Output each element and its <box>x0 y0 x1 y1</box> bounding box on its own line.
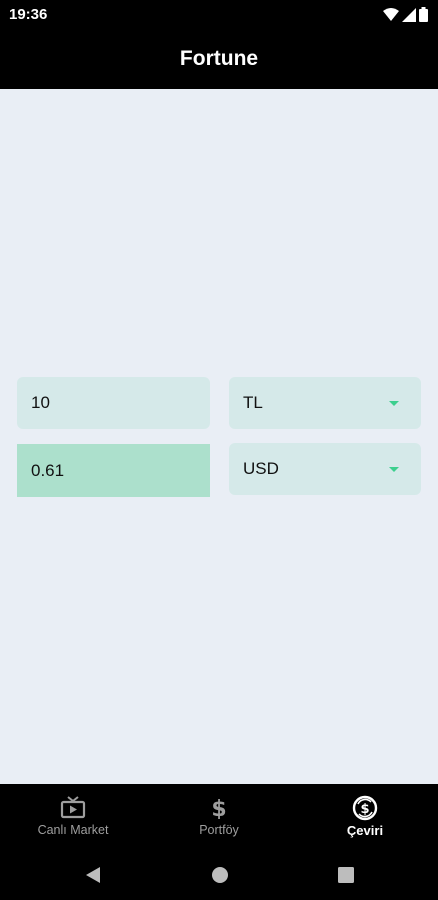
recents-icon[interactable] <box>337 865 355 885</box>
nav-label: Portföy <box>199 823 239 837</box>
dropdown-arrow-icon <box>389 467 399 472</box>
status-icons <box>383 7 428 22</box>
nav-item-ceviri[interactable]: $ Çeviri <box>292 784 438 850</box>
system-navigation-bar <box>0 850 438 900</box>
home-icon[interactable] <box>211 865 229 885</box>
result-field: 0.61 <box>17 444 210 497</box>
to-currency-label: USD <box>243 459 279 478</box>
dollar-icon: $ <box>211 797 226 819</box>
amount-input[interactable]: 10 <box>17 377 210 429</box>
tv-play-icon <box>60 796 86 819</box>
bottom-navigation: Canlı Market $ Portföy $ Çeviri <box>0 784 438 850</box>
svg-text:$: $ <box>211 797 226 819</box>
nav-item-canli-market[interactable]: Canlı Market <box>0 784 146 850</box>
nav-label: Çeviri <box>346 823 384 838</box>
converter-screen <box>0 89 438 784</box>
app-bar: Fortune <box>0 30 438 89</box>
from-currency-select[interactable]: TL <box>229 377 421 429</box>
battery-icon <box>419 7 428 22</box>
from-currency-label: TL <box>243 393 263 412</box>
back-icon[interactable] <box>84 865 102 885</box>
currency-exchange-icon: $ <box>352 795 378 821</box>
signal-icon <box>402 7 416 22</box>
status-bar: 19:36 <box>0 0 438 30</box>
nav-label: Canlı Market <box>37 823 109 837</box>
wifi-icon <box>383 7 399 21</box>
dropdown-arrow-icon <box>389 401 399 406</box>
svg-text:$: $ <box>360 802 369 817</box>
nav-item-portfoy[interactable]: $ Portföy <box>146 784 292 850</box>
to-currency-select[interactable]: USD <box>229 443 421 495</box>
status-time: 19:36 <box>9 6 48 23</box>
app-title: Fortune <box>179 47 259 70</box>
